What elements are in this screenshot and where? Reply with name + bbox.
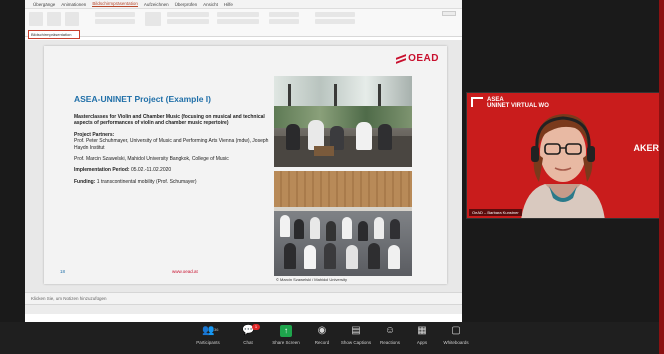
window-edge (659, 0, 664, 354)
ribbon-control[interactable] (217, 12, 259, 17)
tab-animations[interactable]: Animationen (61, 2, 86, 7)
whiteboards-button[interactable]: ▢ Whiteboards (436, 325, 476, 352)
share-button[interactable] (442, 11, 456, 16)
slideshow-current-icon[interactable] (47, 12, 61, 26)
reactions-icon: ☺ (384, 325, 396, 336)
slide[interactable]: OEAD ASEA-UNINET Project (Example I) Mas… (44, 46, 447, 284)
participants-label: Participants (196, 340, 220, 345)
name-box[interactable]: Bildschirmpräsentation (28, 30, 80, 39)
tab-record[interactable]: Aufzeichnen (144, 2, 169, 7)
participant-name-tag: OeAD – Barbara Kunstner (469, 209, 522, 216)
ribbon-control[interactable] (315, 12, 355, 17)
ribbon-control[interactable] (217, 19, 259, 24)
participants-button[interactable]: 👥 36 Participants (188, 325, 228, 352)
slide-body: Masterclasses for Violin and Chamber Mus… (74, 114, 284, 185)
chat-button[interactable]: 💬 1 Chat (228, 324, 268, 352)
share-screen-label: Share Screen (272, 340, 300, 345)
whiteboards-label: Whiteboards (443, 340, 469, 345)
captions-icon: ▤ (351, 325, 361, 336)
chat-badge: 1 (252, 324, 260, 330)
ribbon-tabs: Übergänge Animationen Bildschirmpräsenta… (25, 0, 462, 9)
speaker-video[interactable]: ASEA UNINET VIRTUAL WO AKER OeAD – Barba… (466, 92, 660, 219)
ribbon-control[interactable] (167, 19, 209, 24)
funding-label: Funding: (74, 178, 96, 185)
meeting-toolbar: 👥 36 Participants 💬 1 Chat ↑ Share Scree… (0, 322, 659, 354)
whiteboards-icon: ▢ (451, 325, 461, 336)
apps-label: Apps (416, 340, 428, 345)
powerpoint-window: Übergänge Animationen Bildschirmpräsenta… (25, 0, 462, 322)
participants-icon: 👥 (202, 325, 215, 336)
participants-count: 36 (214, 327, 219, 332)
status-bar (25, 304, 462, 314)
oead-mark-icon (396, 53, 407, 64)
captions-label: Show Captions (340, 340, 372, 345)
masterclass-photo (274, 76, 412, 167)
tab-help[interactable]: Hilfe (224, 2, 233, 7)
reactions-label: Reactions (379, 340, 400, 345)
slide-title: ASEA-UNINET Project (Example I) (74, 94, 211, 104)
period-label: Implementation Period: (74, 167, 130, 174)
oead-logo-text: OEAD (408, 53, 439, 64)
tab-slideshow[interactable]: Bildschirmpräsentation (92, 1, 138, 7)
ribbon-control[interactable] (95, 19, 135, 24)
slide-page-number: 18 (60, 269, 66, 274)
project-description: Masterclasses for Violin and Chamber Mus… (74, 114, 265, 127)
photo-credit: © Marcin Szawelski / Mahidol University (276, 277, 347, 282)
oead-logo: OEAD (396, 53, 439, 64)
asea-logo-icon (471, 97, 483, 107)
record-label: Record (314, 340, 330, 345)
chamber-hall-photo (274, 171, 412, 276)
ribbon-control[interactable] (315, 19, 355, 24)
funding-value: 1 transcontinental mobility (Prof. Schum… (96, 178, 197, 185)
screen: Übergänge Animationen Bildschirmpräsenta… (0, 0, 664, 354)
partner-2: Prof. Marcin Szawelski, Mahidol Universi… (74, 156, 229, 163)
ribbon-control[interactable] (167, 12, 209, 17)
monitor-select[interactable] (269, 12, 299, 17)
funding: Funding: 1 transcontinental mobility (Pr… (74, 179, 284, 185)
ribbon-control[interactable] (95, 12, 135, 17)
share-screen-button[interactable]: ↑ Share Screen (266, 325, 306, 352)
ribbon (25, 9, 462, 37)
record-icon: ◉ (317, 325, 327, 336)
present-online-icon[interactable] (65, 12, 79, 26)
implementation-period: Implementation Period: 05.02.-11.02.2020 (74, 167, 284, 173)
slide-edit-area: OEAD ASEA-UNINET Project (Example I) Mas… (25, 40, 462, 292)
share-screen-icon: ↑ (280, 325, 292, 337)
apps-icon: ▦ (417, 325, 427, 336)
period-value: 05.02.-11.02.2020 (130, 167, 172, 174)
slide-url: www.oead.at (172, 269, 198, 274)
chat-label: Chat (243, 340, 253, 345)
notes-pane[interactable]: Klicken Sie, um Notizen hinzuzufügen (25, 292, 462, 304)
partner-1: Prof. Peter Schuhmayer, University of Mu… (74, 138, 269, 151)
setup-icon[interactable] (145, 12, 161, 26)
tab-transitions[interactable]: Übergänge (33, 2, 55, 7)
slideshow-start-icon[interactable] (29, 12, 43, 26)
speaker-person (521, 114, 605, 218)
tab-view[interactable]: Ansicht (203, 2, 218, 7)
presenter-view-toggle[interactable] (269, 19, 299, 24)
banner-speaker-text: AKER (633, 143, 659, 153)
tab-review[interactable]: Überprüfen (175, 2, 198, 7)
